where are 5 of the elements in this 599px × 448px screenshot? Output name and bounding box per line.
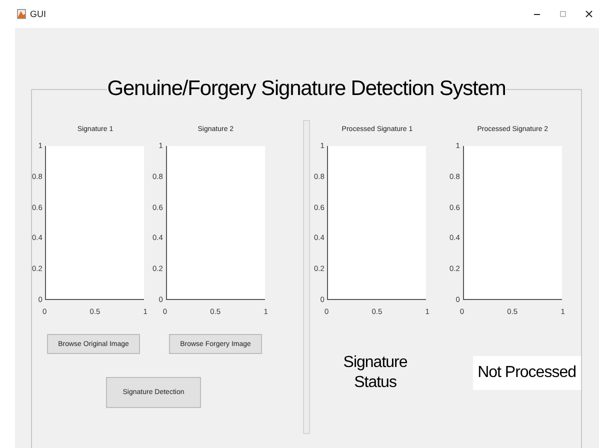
status-value: Not Processed [472,356,581,390]
window-title: GUI [30,9,48,19]
close-icon[interactable] [585,10,593,18]
status-label: Signature Status [342,353,408,393]
app-icon [17,9,26,19]
